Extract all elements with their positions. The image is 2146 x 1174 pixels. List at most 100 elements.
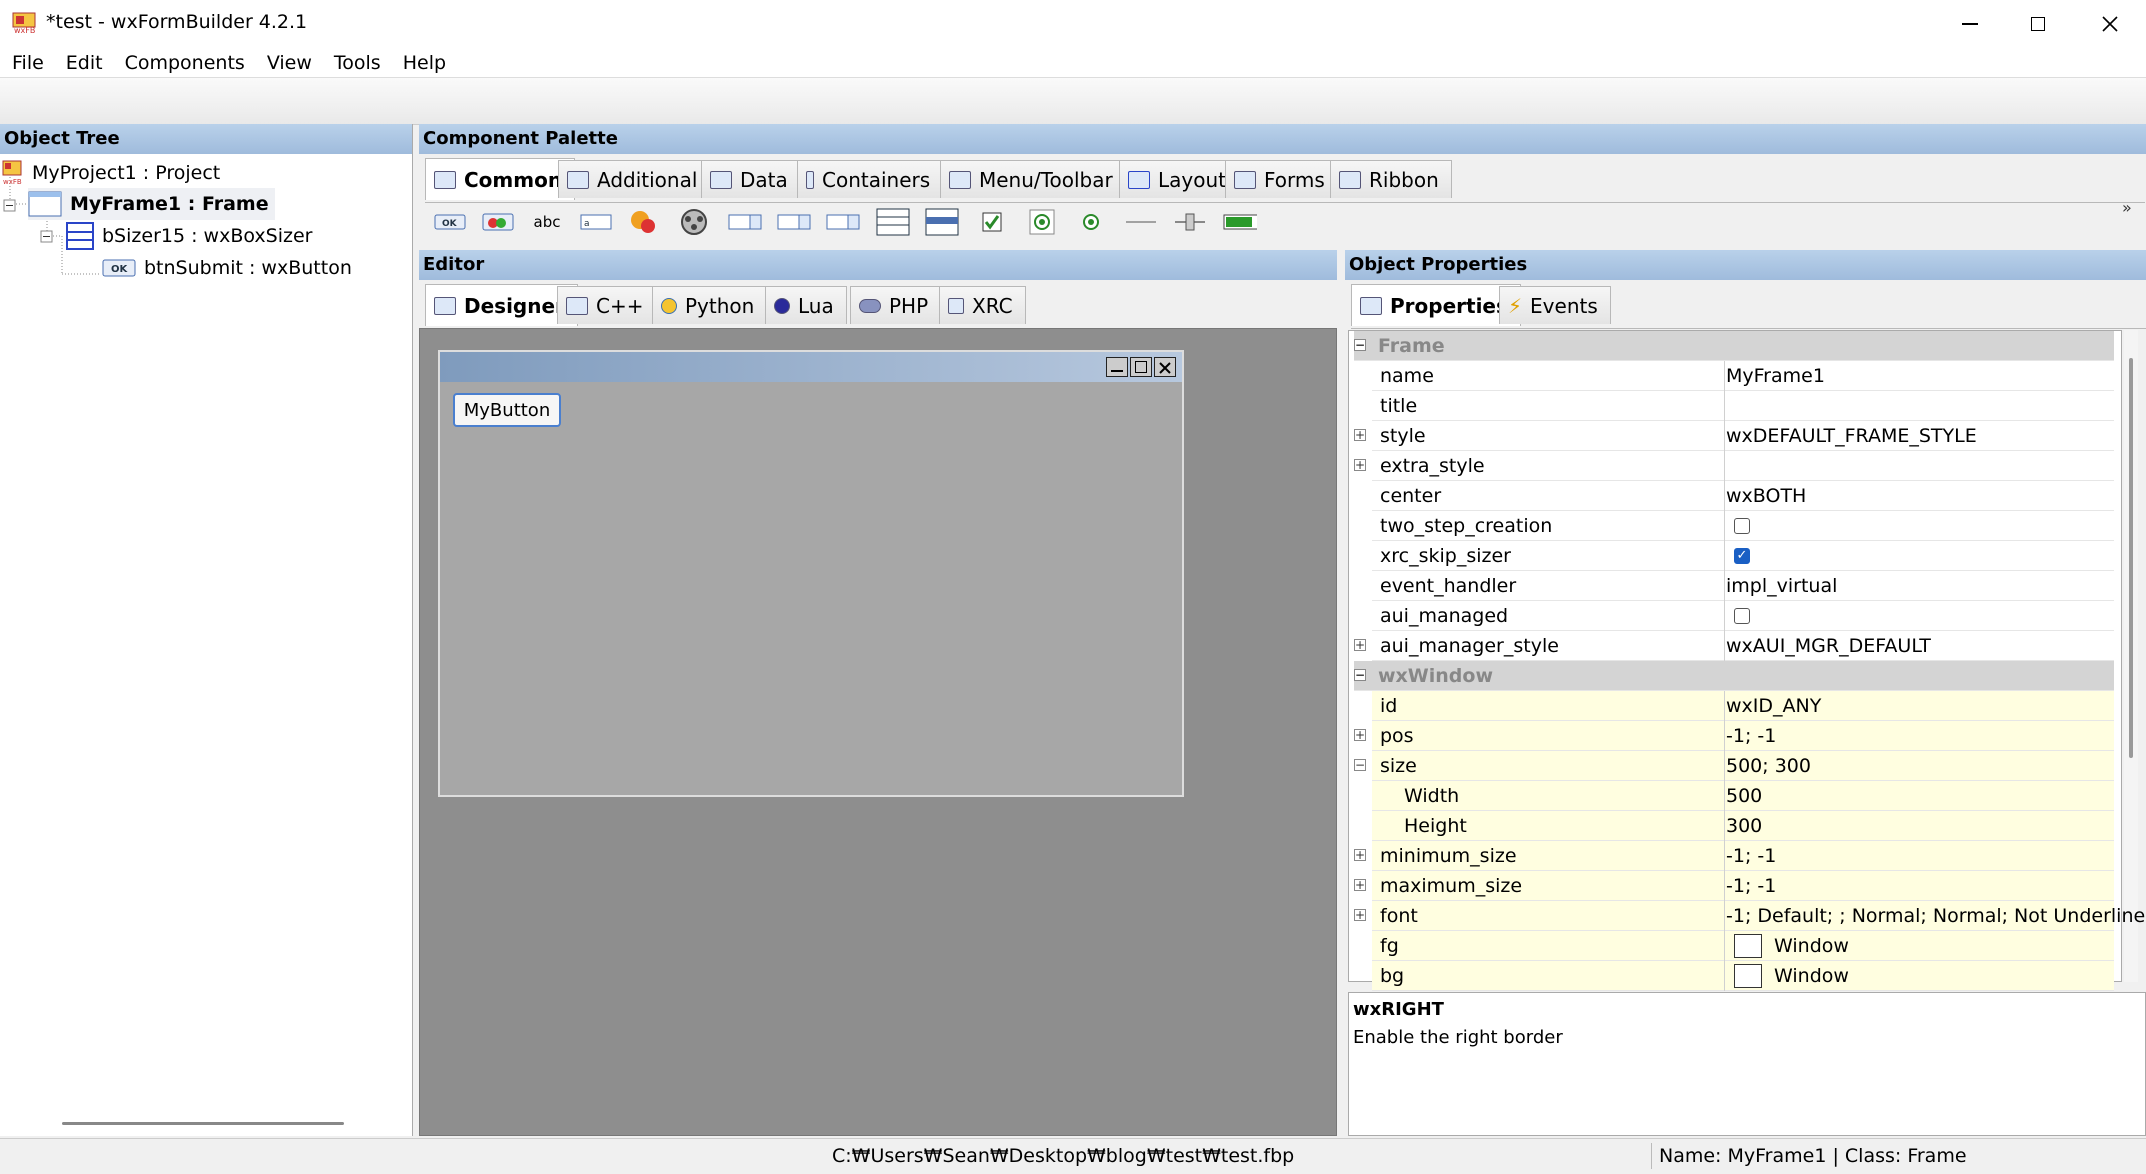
tab-events[interactable]: ⚡ Events xyxy=(1499,286,1611,324)
property-value[interactable]: 300 xyxy=(1726,811,1762,841)
property-value[interactable]: -1; -1 xyxy=(1726,841,1776,871)
expand-icon[interactable]: + xyxy=(1354,459,1366,471)
palette-static-text-icon[interactable]: abc xyxy=(530,207,564,237)
tab-cpp[interactable]: C++ xyxy=(557,286,657,324)
property-value[interactable]: Window xyxy=(1774,961,1849,991)
palette-gauge-icon[interactable] xyxy=(1223,207,1257,237)
tab-common[interactable]: Common xyxy=(425,158,576,200)
property-value[interactable]: 500 xyxy=(1726,781,1762,811)
expand-icon[interactable]: + xyxy=(1354,879,1366,891)
tab-xrc[interactable]: XRC xyxy=(939,286,1026,324)
palette-spin-icon[interactable] xyxy=(826,207,860,237)
frame-close-icon[interactable] xyxy=(1154,357,1176,377)
palette-radiobox-icon[interactable] xyxy=(1025,207,1059,237)
property-checkbox[interactable] xyxy=(1734,608,1750,624)
palette-list-ctrl-icon[interactable] xyxy=(925,207,959,237)
tree-item-button[interactable]: OK btnSubmit : wxButton xyxy=(102,253,352,283)
palette-animation-icon[interactable] xyxy=(677,207,711,237)
designer-mybutton[interactable]: MyButton xyxy=(453,393,561,427)
property-value[interactable]: -1; Default; ; Normal; Normal; Not Under… xyxy=(1726,901,2146,931)
property-value[interactable]: wxAUI_MGR_DEFAULT xyxy=(1726,631,1931,661)
property-value[interactable]: -1; -1 xyxy=(1726,721,1776,751)
palette-radio-button-icon[interactable] xyxy=(1074,207,1108,237)
property-row[interactable]: fg Window xyxy=(1372,931,2114,961)
expand-icon[interactable]: + xyxy=(1354,639,1366,651)
property-row[interactable]: minimum_size + -1; -1 xyxy=(1354,841,2114,871)
tab-data[interactable]: Data xyxy=(701,160,801,198)
menu-help[interactable]: Help xyxy=(403,52,446,74)
collapse-icon[interactable]: − xyxy=(1354,669,1366,681)
property-row[interactable]: aui_manager_style + wxAUI_MGR_DEFAULT xyxy=(1354,631,2114,661)
tab-properties[interactable]: Properties xyxy=(1351,284,1521,326)
close-button[interactable] xyxy=(2082,6,2138,42)
collapse-icon[interactable]: − xyxy=(1354,339,1366,351)
tree-item-project[interactable]: wxFB MyProject1 : Project xyxy=(2,158,220,188)
palette-button-icon[interactable]: OK xyxy=(433,207,467,237)
menu-file[interactable]: File xyxy=(12,52,44,74)
expand-icon[interactable]: + xyxy=(1354,849,1366,861)
property-row[interactable]: title xyxy=(1372,391,2114,421)
minimize-button[interactable] xyxy=(1942,6,1998,42)
property-row[interactable]: name MyFrame1 xyxy=(1372,361,2114,391)
palette-slider-icon[interactable] xyxy=(1173,207,1207,237)
designer-frame[interactable]: MyButton xyxy=(438,350,1184,797)
tab-designer[interactable]: Designer xyxy=(425,284,578,326)
palette-listbox-icon[interactable] xyxy=(876,207,910,237)
property-value[interactable]: wxBOTH xyxy=(1726,481,1806,511)
menu-edit[interactable]: Edit xyxy=(66,52,103,74)
property-checkbox[interactable]: ✓ xyxy=(1734,548,1750,564)
property-row[interactable]: Width 500 xyxy=(1372,781,2114,811)
tree-item-sizer[interactable]: bSizer15 : wxBoxSizer xyxy=(66,221,312,251)
property-row[interactable]: style + wxDEFAULT_FRAME_STYLE xyxy=(1354,421,2114,451)
property-row[interactable]: bg Window xyxy=(1372,961,2114,991)
property-row[interactable]: two_step_creation xyxy=(1372,511,2114,541)
property-value[interactable]: wxID_ANY xyxy=(1726,691,1821,721)
expand-icon[interactable]: + xyxy=(1354,429,1366,441)
designer-canvas[interactable]: MyButton xyxy=(419,328,1337,1136)
palette-combobox-icon[interactable] xyxy=(728,207,762,237)
tab-forms[interactable]: Forms xyxy=(1225,160,1338,198)
property-row[interactable]: center wxBOTH xyxy=(1372,481,2114,511)
frame-minimize-icon[interactable] xyxy=(1106,357,1128,377)
tab-php[interactable]: PHP xyxy=(850,286,942,324)
property-row[interactable]: id wxID_ANY xyxy=(1372,691,2114,721)
property-row[interactable]: extra_style + xyxy=(1354,451,2114,481)
property-category[interactable]: wxWindow − xyxy=(1354,661,2114,691)
property-category[interactable]: Frame − xyxy=(1354,331,2114,361)
frame-maximize-icon[interactable] xyxy=(1130,357,1152,377)
palette-choice-icon[interactable] xyxy=(777,207,811,237)
palette-more[interactable]: » xyxy=(2122,198,2132,217)
property-row[interactable]: maximum_size + -1; -1 xyxy=(1354,871,2114,901)
scrollbar-thumb[interactable] xyxy=(2129,358,2133,758)
menu-view[interactable]: View xyxy=(267,52,312,74)
tab-lua[interactable]: Lua xyxy=(765,286,847,324)
tab-layout[interactable]: Layout xyxy=(1119,160,1239,198)
property-grid-scrollbar[interactable] xyxy=(2124,330,2138,982)
property-row[interactable]: font + -1; Default; ; Normal; Normal; Not … xyxy=(1354,901,2146,931)
tab-menu-toolbar[interactable]: Menu/Toolbar xyxy=(940,160,1126,198)
property-row[interactable]: Height 300 xyxy=(1372,811,2114,841)
tab-containers[interactable]: Containers xyxy=(797,160,944,198)
property-value[interactable]: wxDEFAULT_FRAME_STYLE xyxy=(1726,421,1977,451)
expand-icon[interactable]: + xyxy=(1354,909,1366,921)
tab-additional[interactable]: Additional xyxy=(558,160,711,198)
palette-text-ctrl-icon[interactable]: a xyxy=(579,207,613,237)
property-row[interactable]: pos + -1; -1 xyxy=(1354,721,2114,751)
property-value[interactable]: 500; 300 xyxy=(1726,751,1811,781)
property-row[interactable]: xrc_skip_sizer ✓ xyxy=(1372,541,2114,571)
property-row[interactable]: event_handler impl_virtual xyxy=(1372,571,2114,601)
color-swatch[interactable] xyxy=(1734,964,1762,988)
property-value[interactable]: impl_virtual xyxy=(1726,571,1837,601)
palette-static-line-icon[interactable] xyxy=(1124,207,1158,237)
property-checkbox[interactable] xyxy=(1734,518,1750,534)
tree-h-scrollbar[interactable] xyxy=(62,1122,344,1125)
maximize-button[interactable] xyxy=(2010,6,2066,42)
palette-bitmap-icon[interactable] xyxy=(627,207,661,237)
tab-ribbon[interactable]: Ribbon xyxy=(1330,160,1452,198)
color-swatch[interactable] xyxy=(1734,934,1762,958)
tree-item-frame[interactable]: MyFrame1 : Frame xyxy=(28,188,275,220)
menu-tools[interactable]: Tools xyxy=(334,52,381,74)
collapse-icon[interactable]: − xyxy=(1354,759,1366,771)
expand-icon[interactable]: + xyxy=(1354,729,1366,741)
menu-components[interactable]: Components xyxy=(125,52,245,74)
